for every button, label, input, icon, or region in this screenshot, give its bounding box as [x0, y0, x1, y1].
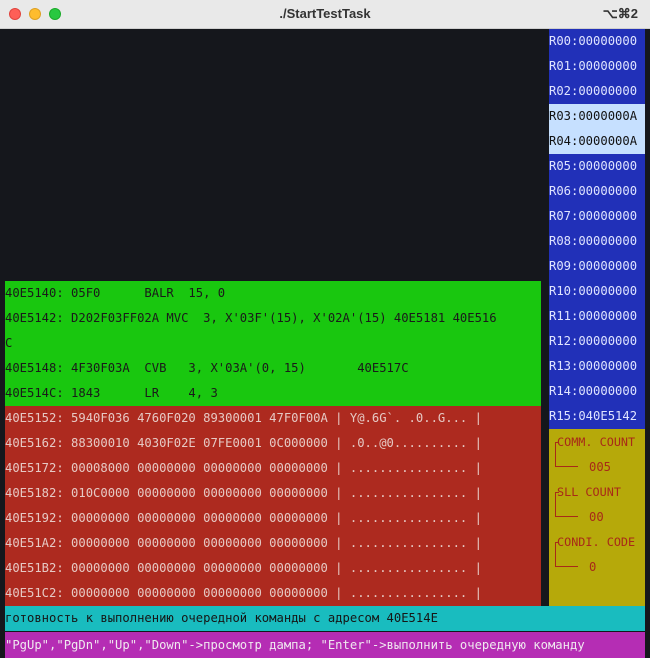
condi-code-label: CONDI. CODE	[557, 535, 636, 549]
register-r02: R02:00000000	[549, 84, 638, 98]
counters-panel: COMM. COUNT 005 SLL COUNT 00 CONDI. CODE…	[549, 429, 645, 606]
dump-row: 40E5152: 5940F036 4760F020 89300001 47F0…	[5, 411, 482, 425]
register-r01: R01:00000000	[549, 59, 638, 73]
instruction-panel: 40E5140: 05F0 BALR 15, 0 40E5142: D202F0…	[5, 281, 541, 406]
key-hint-bar: "PgUp","PgDn","Up","Down"->просмотр дамп…	[5, 632, 645, 658]
registers-panel: R00:00000000 R01:00000000 R02:00000000 R…	[549, 29, 645, 429]
instruction-line: 40E5148: 4F30F03A CVB 3, X'03A'(0, 15) 4…	[5, 361, 409, 375]
window-shortcut: ⌥⌘2	[602, 6, 638, 21]
condi-code-value: 0	[589, 560, 597, 574]
instruction-line: 40E514C: 1843 LR 4, 3	[5, 386, 218, 400]
register-r08: R08:00000000	[549, 234, 638, 248]
register-r13: R13:00000000	[549, 359, 638, 373]
register-r15: R15:040E5142	[549, 409, 638, 423]
register-r14: R14:00000000	[549, 384, 638, 398]
register-r00: R00:00000000	[549, 34, 638, 48]
comm-count-label: COMM. COUNT	[557, 435, 636, 449]
register-r07: R07:00000000	[549, 209, 638, 223]
register-r09: R09:00000000	[549, 259, 638, 273]
terminal-content[interactable]: 40E5140: 05F0 BALR 15, 0 40E5142: D202F0…	[0, 29, 650, 658]
status-bar: готовность к выполнению очередной команд…	[5, 606, 645, 631]
sll-count-value: 00	[589, 510, 604, 524]
dump-row: 40E51A2: 00000000 00000000 00000000 0000…	[5, 536, 482, 550]
register-r11: R11:00000000	[549, 309, 638, 323]
dump-row: 40E51B2: 00000000 00000000 00000000 0000…	[5, 561, 482, 575]
register-r03: R03:0000000A	[549, 104, 645, 129]
memory-dump-panel[interactable]: 40E5152: 5940F036 4760F020 89300001 47F0…	[5, 406, 541, 606]
window-title: ./StartTestTask	[279, 6, 371, 21]
title-bar: ./StartTestTask ⌥⌘2	[0, 0, 650, 29]
register-r04: R04:0000000A	[549, 129, 645, 154]
instruction-line: 40E5142: D202F03FF02A MVC 3, X'03F'(15),…	[5, 311, 497, 325]
instruction-line: C	[5, 336, 13, 350]
register-r10: R10:00000000	[549, 284, 638, 298]
empty-area	[0, 29, 547, 281]
register-r05: R05:00000000	[549, 159, 638, 173]
register-r06: R06:00000000	[549, 184, 638, 198]
sll-count-label: SLL COUNT	[557, 485, 621, 499]
dump-row: 40E5162: 88300010 4030F02E 07FE0001 0C00…	[5, 436, 482, 450]
dump-row: 40E51C2: 00000000 00000000 00000000 0000…	[5, 586, 482, 600]
terminal-window: ./StartTestTask ⌥⌘2 40E5140: 05F0 BALR 1…	[0, 0, 650, 658]
comm-count-value: 005	[589, 460, 612, 474]
dump-row: 40E5182: 010C0000 00000000 00000000 0000…	[5, 486, 482, 500]
instruction-line: 40E5140: 05F0 BALR 15, 0	[5, 286, 226, 300]
dump-row: 40E5172: 00008000 00000000 00000000 0000…	[5, 461, 482, 475]
register-r12: R12:00000000	[549, 334, 638, 348]
dump-row: 40E5192: 00000000 00000000 00000000 0000…	[5, 511, 482, 525]
